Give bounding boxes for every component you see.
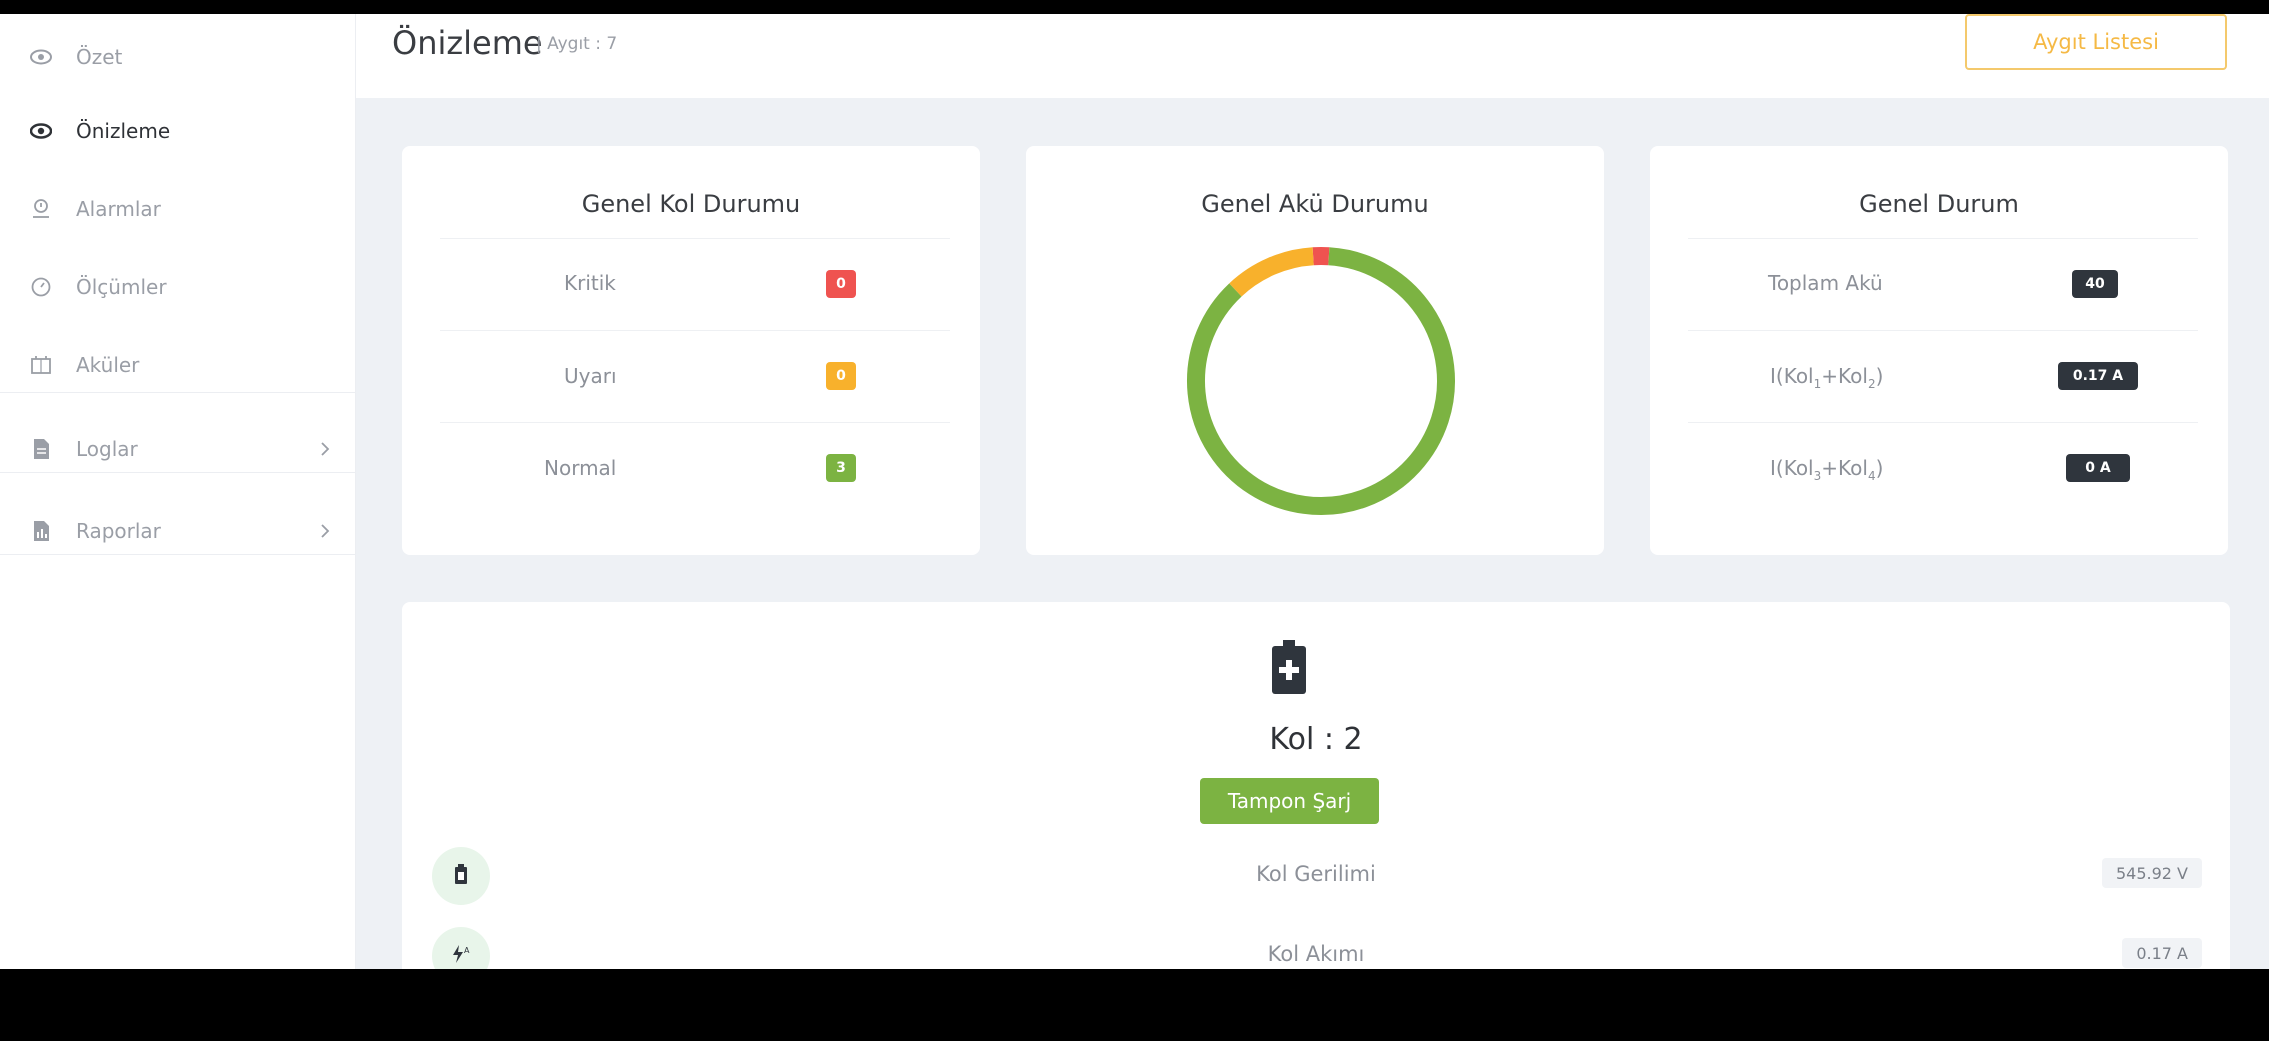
divider (1688, 422, 2198, 423)
sidebar-divider (0, 392, 355, 393)
divider (440, 422, 950, 423)
report-icon (28, 518, 54, 544)
sidebar-item-label: Alarmlar (76, 197, 161, 221)
current-col34-badge: 0 A (2066, 454, 2130, 482)
chevron-right-icon (315, 439, 335, 459)
sidebar-item-batteries[interactable]: Aküler (0, 332, 355, 398)
donut-slice-normal (1187, 247, 1455, 515)
battery-plus-icon (1272, 640, 1306, 698)
device-list-button[interactable]: Aygıt Listesi (1965, 14, 2227, 70)
current-col12-badge: 0.17 A (2058, 362, 2138, 390)
document-icon (28, 436, 54, 462)
donut-slice-uyarı (1229, 247, 1314, 297)
sidebar-item-preview[interactable]: Önizleme (0, 98, 355, 164)
divider (440, 330, 950, 331)
sidebar-item-label: Önizleme (76, 119, 171, 143)
eye-icon (28, 44, 54, 70)
card-title: Genel Akü Durumu (1201, 190, 1429, 218)
sidebar-item-label: Özet (76, 45, 123, 69)
gauge-icon (28, 274, 54, 300)
critical-badge: 0 (826, 270, 856, 298)
critical-label: Kritik (564, 271, 616, 295)
page-header: Önizleme | Aygıt : 7 Aygıt Listesi (356, 14, 2269, 98)
warning-badge: 0 (826, 362, 856, 390)
float-charge-button[interactable]: Tampon Şarj (1200, 778, 1379, 824)
column-detail-card: Kol : 2 Tampon Şarj Kol Gerilimi 545.92 … (402, 602, 2230, 969)
sidebar-item-label: Raporlar (76, 519, 161, 543)
app-screen: Özet Önizleme Alarmlar Ölçümler Aküler L… (0, 14, 2269, 969)
chevron-right-icon (315, 521, 335, 541)
column-title: Kol : 2 (1269, 722, 1363, 757)
battery-pack-icon (28, 352, 54, 378)
current-col12-label: I(Kol1+Kol2) (1770, 364, 1884, 391)
column-voltage-label: Kol Gerilimi (1256, 862, 1376, 886)
total-battery-label: Toplam Akü (1768, 271, 1883, 295)
sidebar-divider (0, 472, 355, 473)
general-status-card: Genel Durum Toplam Akü 40 I(Kol1+Kol2) 0… (1650, 146, 2228, 555)
battery-status-card: Genel Akü Durumu (1026, 146, 1604, 555)
sidebar-item-label: Aküler (76, 353, 140, 377)
column-current-value: 0.17 A (2122, 938, 2202, 968)
total-battery-badge: 40 (2072, 270, 2118, 298)
sidebar-item-label: Ölçümler (76, 275, 167, 299)
normal-badge: 3 (826, 454, 856, 482)
sidebar-item-label: Loglar (76, 437, 138, 461)
divider (1688, 238, 2198, 239)
divider (440, 238, 950, 239)
divider (1688, 330, 2198, 331)
warning-label: Uyarı (564, 364, 617, 388)
card-title: Genel Kol Durumu (581, 190, 801, 218)
sidebar-divider (0, 554, 355, 555)
sidebar-item-alarms[interactable]: Alarmlar (0, 176, 355, 242)
sidebar-item-summary[interactable]: Özet (0, 24, 355, 90)
column-current-label: Kol Akımı (1267, 942, 1365, 966)
device-subtitle: | Aygıt : 7 (536, 34, 618, 54)
page-title: Önizleme (392, 24, 543, 62)
column-status-card: Genel Kol Durumu Kritik 0 Uyarı 0 Normal… (402, 146, 980, 555)
column-voltage-value: 545.92 V (2101, 858, 2202, 888)
eye-icon (28, 118, 54, 144)
current-col34-label: I(Kol3+Kol4) (1770, 456, 1884, 483)
card-title: Genel Durum (1859, 190, 2019, 218)
sidebar-item-measurements[interactable]: Ölçümler (0, 254, 355, 320)
battery-status-donut-chart (1187, 247, 1455, 515)
normal-label: Normal (544, 456, 617, 480)
alarm-icon (28, 196, 54, 222)
sidebar: Özet Önizleme Alarmlar Ölçümler Aküler L… (0, 14, 356, 969)
